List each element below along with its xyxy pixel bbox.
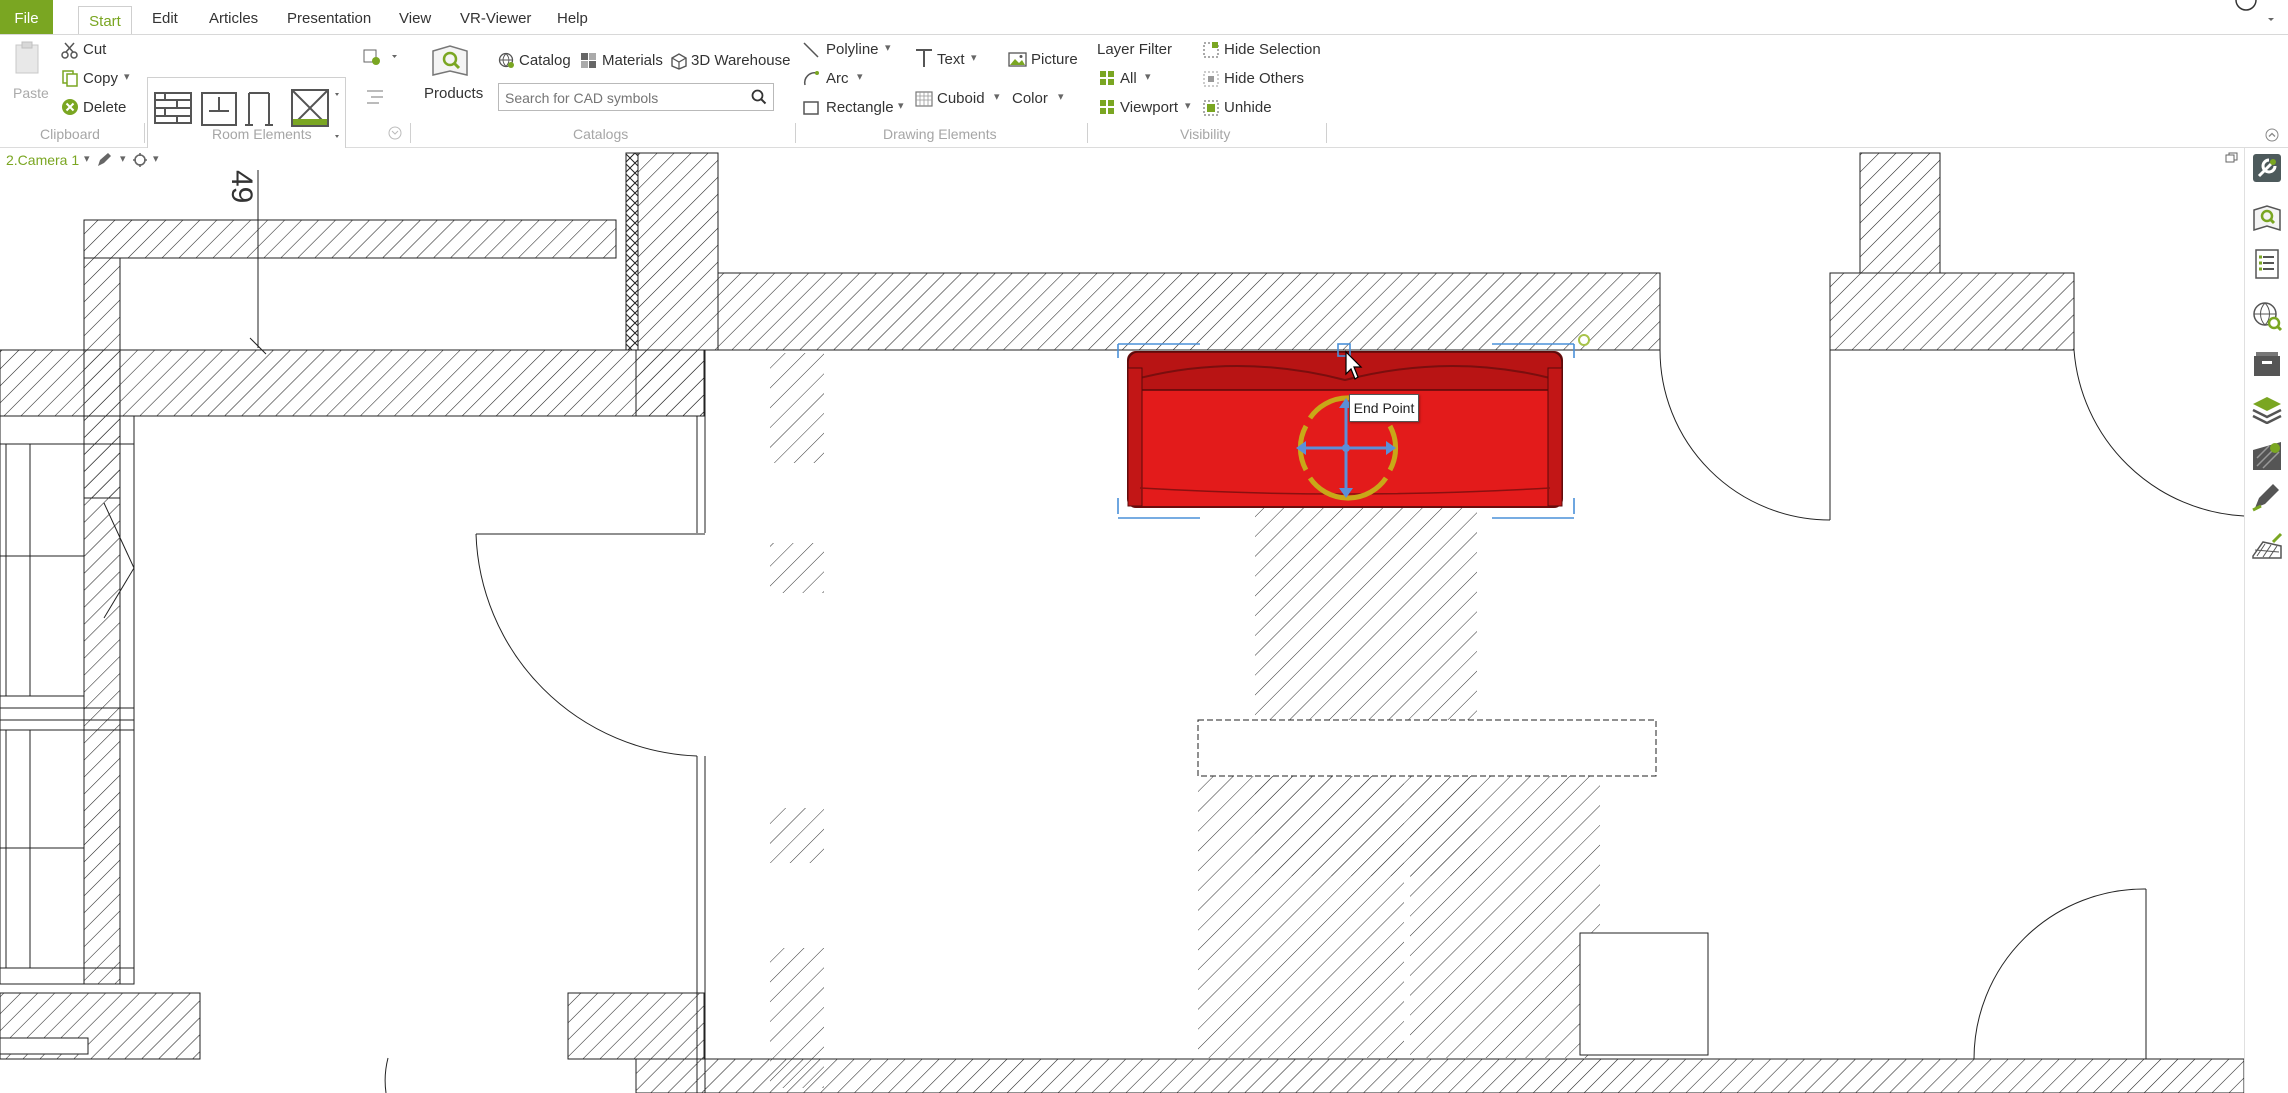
hide-selection-button[interactable]: Hide Selection [1224, 41, 1321, 58]
restore-window-icon[interactable] [2225, 152, 2239, 164]
layer-all-select[interactable]: All [1120, 70, 1137, 87]
unhide-icon [1203, 100, 1219, 116]
3d-warehouse-icon [671, 53, 687, 70]
copy-dropdown-icon[interactable]: ▾ [124, 70, 130, 83]
viewport-camera-label[interactable]: 2.Camera 1 [6, 152, 79, 168]
picture-icon [1008, 52, 1027, 67]
group-separator [1087, 123, 1088, 143]
hide-others-icon [1203, 71, 1219, 87]
terrain-icon[interactable] [2251, 528, 2283, 560]
camera-dropdown-icon[interactable]: ▾ [84, 152, 90, 165]
paste-icon[interactable] [12, 41, 42, 77]
group-separator [795, 123, 796, 143]
paste-button[interactable]: Paste [13, 85, 49, 101]
arc-button[interactable]: Arc [826, 70, 849, 87]
snap-tooltip: End Point [1349, 394, 1419, 422]
3d-warehouse-button[interactable]: 3D Warehouse [691, 52, 791, 69]
pen-dropdown-icon[interactable]: ▾ [120, 152, 126, 165]
unhide-button[interactable]: Unhide [1224, 99, 1272, 116]
rectangle-dropdown-icon[interactable]: ▾ [898, 99, 904, 112]
group-label-clipboard: Clipboard [40, 126, 100, 142]
color-button[interactable]: Color [1012, 90, 1048, 107]
hide-selection-icon [1203, 42, 1219, 58]
materials-button[interactable]: Materials [602, 52, 663, 69]
align-icon[interactable] [365, 87, 385, 107]
arc-dropdown-icon[interactable]: ▾ [857, 70, 863, 83]
arc-icon [803, 71, 819, 86]
drawing-canvas[interactable]: 49 End Point [0, 148, 2244, 1093]
menu-start[interactable]: Start [78, 6, 132, 35]
group-label-room-elements: Room Elements [212, 126, 312, 142]
list-icon[interactable] [2251, 248, 2283, 280]
catalog-search-icon[interactable] [2251, 202, 2283, 234]
products-icon[interactable] [430, 43, 470, 79]
group-label-catalogs: Catalogs [573, 126, 629, 142]
menu-bar: File Start Edit Articles Presentation Vi… [0, 0, 2288, 35]
rectangle-icon [803, 101, 819, 115]
dialog-launcher-icon[interactable] [387, 125, 403, 141]
settings-wrench-icon[interactable] [2251, 152, 2283, 184]
dimension-text: 49 [225, 170, 258, 203]
layer-filter-label: Layer Filter [1097, 41, 1173, 58]
menu-presentation[interactable]: Presentation [287, 0, 371, 34]
color-dropdown-icon[interactable]: ▾ [1058, 90, 1064, 103]
right-toolbar [2244, 148, 2288, 1093]
delete-button[interactable]: Delete [83, 99, 126, 116]
snap-settings-icon[interactable] [132, 152, 150, 168]
snap-dropdown-icon[interactable]: ▾ [153, 152, 159, 165]
polyline-dropdown-icon[interactable]: ▾ [885, 41, 891, 54]
menu-view[interactable]: View [399, 0, 431, 34]
cut-button[interactable]: Cut [83, 41, 106, 58]
group-separator [410, 123, 411, 143]
catalog-button[interactable]: Catalog [519, 52, 571, 69]
group-label-visibility: Visibility [1180, 126, 1231, 142]
viewport-grid-icon [1100, 100, 1114, 114]
ribbon: Paste Cut Copy ▾ Delete Clipboard Room E… [0, 34, 2288, 153]
copy-button[interactable]: Copy [83, 70, 118, 87]
pen-tool-icon[interactable] [96, 152, 114, 168]
catalog-globe-icon [498, 52, 514, 68]
layers-icon[interactable] [2251, 392, 2283, 424]
group-separator [144, 123, 145, 143]
group-label-drawing-elements: Drawing Elements [883, 126, 997, 142]
archive-icon[interactable] [2251, 348, 2283, 380]
collapse-ribbon-icon[interactable] [2264, 127, 2280, 143]
window-controls-icon[interactable] [2232, 0, 2282, 26]
search-icon[interactable] [751, 89, 767, 105]
menu-file[interactable]: File [0, 0, 53, 34]
menu-edit[interactable]: Edit [152, 0, 178, 34]
picture-button[interactable]: Picture [1031, 51, 1078, 68]
viewport-select[interactable]: Viewport [1120, 99, 1178, 116]
globe-search-icon[interactable] [2251, 300, 2283, 332]
layer-all-dropdown-icon[interactable]: ▾ [1145, 70, 1151, 83]
insert-element-icon[interactable] [362, 47, 402, 67]
delete-icon [62, 99, 78, 115]
polyline-icon [803, 42, 819, 58]
cuboid-button[interactable]: Cuboid [937, 90, 985, 107]
cad-search-box [498, 83, 774, 111]
copy-icon [62, 70, 78, 87]
products-button[interactable]: Products [424, 85, 483, 102]
polyline-button[interactable]: Polyline [826, 41, 879, 58]
layer-grid-icon [1100, 71, 1114, 85]
pen-icon[interactable] [2251, 480, 2283, 512]
text-icon [916, 49, 932, 67]
materials-icon [581, 53, 596, 68]
menu-articles[interactable]: Articles [209, 0, 258, 34]
floor-plan: 49 [0, 152, 2244, 1093]
material-icon[interactable] [2251, 440, 2283, 472]
hide-others-button[interactable]: Hide Others [1224, 70, 1304, 87]
text-button[interactable]: Text [937, 51, 965, 68]
cad-search-input[interactable] [503, 86, 745, 110]
cuboid-icon [915, 91, 933, 107]
cut-icon [61, 42, 78, 59]
menu-help[interactable]: Help [557, 0, 588, 34]
text-dropdown-icon[interactable]: ▾ [971, 51, 977, 64]
menu-vr-viewer[interactable]: VR-Viewer [460, 0, 531, 34]
viewport-dropdown-icon[interactable]: ▾ [1185, 99, 1191, 112]
rectangle-button[interactable]: Rectangle [826, 99, 894, 116]
group-separator [1326, 123, 1327, 143]
cuboid-dropdown-icon[interactable]: ▾ [994, 90, 1000, 103]
